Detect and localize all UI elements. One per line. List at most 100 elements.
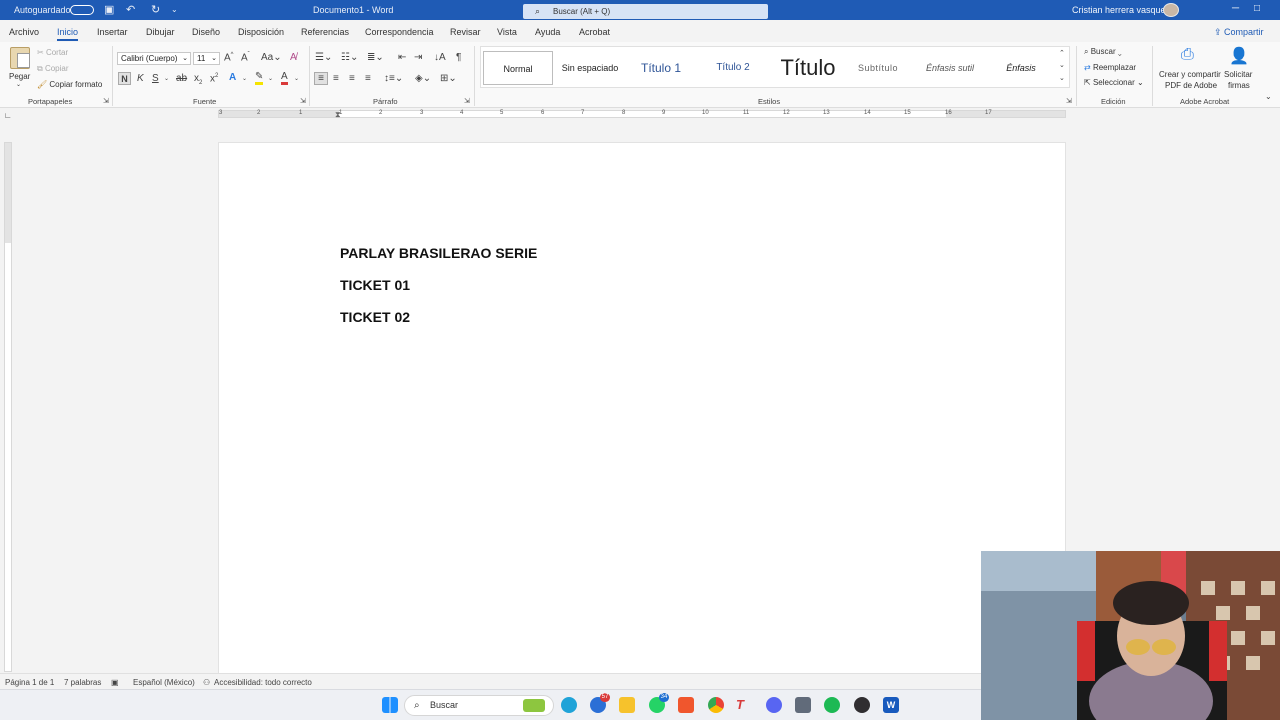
style-subtitulo[interactable]: Subtítulo: [847, 51, 909, 85]
tab-vista[interactable]: Vista: [497, 27, 517, 37]
chevron-down-icon[interactable]: ⌄: [294, 75, 299, 82]
request-signatures-line1[interactable]: Solicitar: [1224, 70, 1252, 79]
shrink-font-icon[interactable]: Aˇ: [241, 52, 250, 63]
subscript-icon[interactable]: x2: [194, 73, 202, 86]
file-explorer-icon[interactable]: [619, 697, 635, 713]
create-pdf-icon[interactable]: ⎙: [1181, 46, 1194, 64]
tab-diseno[interactable]: Diseño: [192, 27, 220, 37]
underline-button[interactable]: S: [152, 73, 159, 84]
bullets-icon[interactable]: ☰⌄: [315, 52, 332, 63]
chevron-down-icon[interactable]: ⌄: [242, 75, 247, 82]
style-sin-espaciado[interactable]: Sin espaciado: [557, 51, 623, 85]
document-line-1[interactable]: PARLAY BRASILERAO SERIE: [340, 245, 537, 261]
numbering-icon[interactable]: ☷⌄: [341, 52, 358, 63]
spotify-icon[interactable]: [824, 697, 840, 713]
tab-ayuda[interactable]: Ayuda: [535, 27, 560, 37]
accessibility-status[interactable]: Accesibilidad: todo correcto: [214, 678, 312, 687]
tab-referencias[interactable]: Referencias: [301, 27, 349, 37]
create-pdf-button-line2[interactable]: PDF de Adobe: [1165, 81, 1217, 90]
style-enfasis[interactable]: Énfasis: [989, 51, 1053, 85]
line-spacing-icon[interactable]: ↕≡⌄: [384, 73, 403, 84]
format-painter-button[interactable]: 🖌 Copiar formato: [37, 80, 102, 89]
paste-icon[interactable]: [10, 47, 30, 69]
multilevel-list-icon[interactable]: ≣⌄: [367, 52, 384, 63]
chrome-icon[interactable]: [708, 697, 724, 713]
replace-button[interactable]: ⇄ Reemplazar: [1084, 63, 1136, 72]
create-pdf-button-line1[interactable]: Crear y compartir: [1159, 70, 1221, 79]
borders-icon[interactable]: ⊞⌄: [440, 73, 457, 84]
align-left-icon[interactable]: ≡: [314, 72, 328, 85]
chevron-down-icon[interactable]: ⌄: [16, 81, 21, 88]
indent-marker-icon[interactable]: ⧗: [335, 110, 341, 120]
taskbar-search-input[interactable]: ⌕ Buscar: [404, 695, 554, 716]
document-line-3[interactable]: TICKET 02: [340, 309, 410, 325]
sort-icon[interactable]: ↓A: [434, 52, 446, 63]
request-signatures-line2[interactable]: firmas: [1228, 81, 1250, 90]
tab-insertar[interactable]: Insertar: [97, 27, 128, 37]
customize-toolbar-icon[interactable]: ⌄: [171, 5, 178, 14]
tab-dibujar[interactable]: Dibujar: [146, 27, 175, 37]
highlight-icon[interactable]: ✎: [255, 72, 264, 85]
typora-icon[interactable]: T: [732, 697, 748, 713]
clear-formatting-icon[interactable]: A̸: [290, 52, 297, 63]
page-count[interactable]: Página 1 de 1: [5, 678, 54, 687]
align-center-icon[interactable]: ≡: [333, 73, 339, 84]
tab-selector-icon[interactable]: ∟: [4, 111, 12, 120]
chevron-down-icon[interactable]: ⌄: [164, 75, 169, 82]
document-page[interactable]: PARLAY BRASILERAO SERIE TICKET 01 TICKET…: [218, 142, 1066, 682]
minimize-icon[interactable]: ─: [1232, 3, 1239, 14]
shading-icon[interactable]: ◈⌄: [415, 73, 431, 84]
italic-button[interactable]: K: [137, 73, 144, 84]
title-search-input[interactable]: ⌕ Buscar (Alt + Q): [523, 4, 768, 19]
request-signatures-icon[interactable]: 👤: [1229, 46, 1249, 66]
tab-archivo[interactable]: Archivo: [9, 27, 39, 37]
show-marks-icon[interactable]: ¶: [456, 52, 461, 63]
style-titulo-1[interactable]: Título 1: [629, 51, 693, 85]
vertical-ruler[interactable]: [4, 142, 12, 672]
styles-scroll-up-icon[interactable]: ⌃: [1059, 49, 1065, 57]
windows-start-icon[interactable]: [382, 697, 398, 713]
increase-indent-icon[interactable]: ⇥: [414, 52, 422, 63]
text-effects-icon[interactable]: A: [229, 72, 236, 83]
align-right-icon[interactable]: ≡: [349, 73, 355, 84]
bold-button[interactable]: N: [118, 72, 131, 85]
grow-font-icon[interactable]: A^: [224, 52, 234, 63]
tab-disposicion[interactable]: Disposición: [238, 27, 284, 37]
paste-button[interactable]: Pegar: [9, 72, 30, 81]
calculator-icon[interactable]: [795, 697, 811, 713]
brave-icon[interactable]: [678, 697, 694, 713]
tab-revisar[interactable]: Revisar: [450, 27, 481, 37]
share-button[interactable]: ⇪ Compartir: [1214, 27, 1264, 38]
collapse-ribbon-icon[interactable]: ⌄: [1265, 92, 1272, 101]
tab-correspondencia[interactable]: Correspondencia: [365, 27, 434, 37]
font-color-icon[interactable]: A: [281, 72, 288, 85]
word-count[interactable]: 7 palabras: [64, 678, 101, 687]
proofing-icon[interactable]: ▣: [111, 678, 119, 687]
strikethrough-icon[interactable]: ab: [176, 73, 187, 84]
horizontal-ruler[interactable]: 3 2 1 1 2 3 4 5 6 7 8 9 10 11 12 13 14 15 16 17 ⧗: [218, 110, 1066, 120]
select-button[interactable]: ⇱ Seleccionar ⌄: [1084, 78, 1144, 87]
autosave-toggle[interactable]: [70, 5, 94, 15]
dialog-launcher-icon[interactable]: ⇲: [464, 97, 470, 105]
dialog-launcher-icon[interactable]: ⇲: [103, 97, 109, 105]
maximize-icon[interactable]: □: [1254, 3, 1260, 14]
style-titulo[interactable]: Título: [771, 51, 845, 85]
chevron-down-icon[interactable]: ⌄: [268, 75, 273, 82]
language-indicator[interactable]: Español (México): [133, 678, 195, 687]
avatar[interactable]: [1163, 3, 1179, 17]
decrease-indent-icon[interactable]: ⇤: [398, 52, 406, 63]
font-size-select[interactable]: 11 ⌄: [193, 52, 220, 65]
obs-icon[interactable]: [854, 697, 870, 713]
undo-icon[interactable]: ↶: [126, 3, 135, 16]
styles-scroll-down-icon[interactable]: ⌄: [1059, 61, 1065, 69]
justify-icon[interactable]: ≡: [365, 73, 371, 84]
tab-inicio[interactable]: Inicio: [57, 27, 79, 41]
browser-icon[interactable]: 57: [590, 693, 610, 713]
dialog-launcher-icon[interactable]: ⇲: [300, 97, 306, 105]
copy-button[interactable]: ⧉ Copiar: [37, 64, 69, 74]
style-normal[interactable]: Normal: [483, 51, 553, 85]
font-family-select[interactable]: Calibri (Cuerpo) ⌄: [117, 52, 191, 65]
redo-icon[interactable]: ↻: [151, 3, 160, 16]
word-icon[interactable]: W: [883, 697, 899, 713]
document-line-2[interactable]: TICKET 01: [340, 277, 410, 293]
